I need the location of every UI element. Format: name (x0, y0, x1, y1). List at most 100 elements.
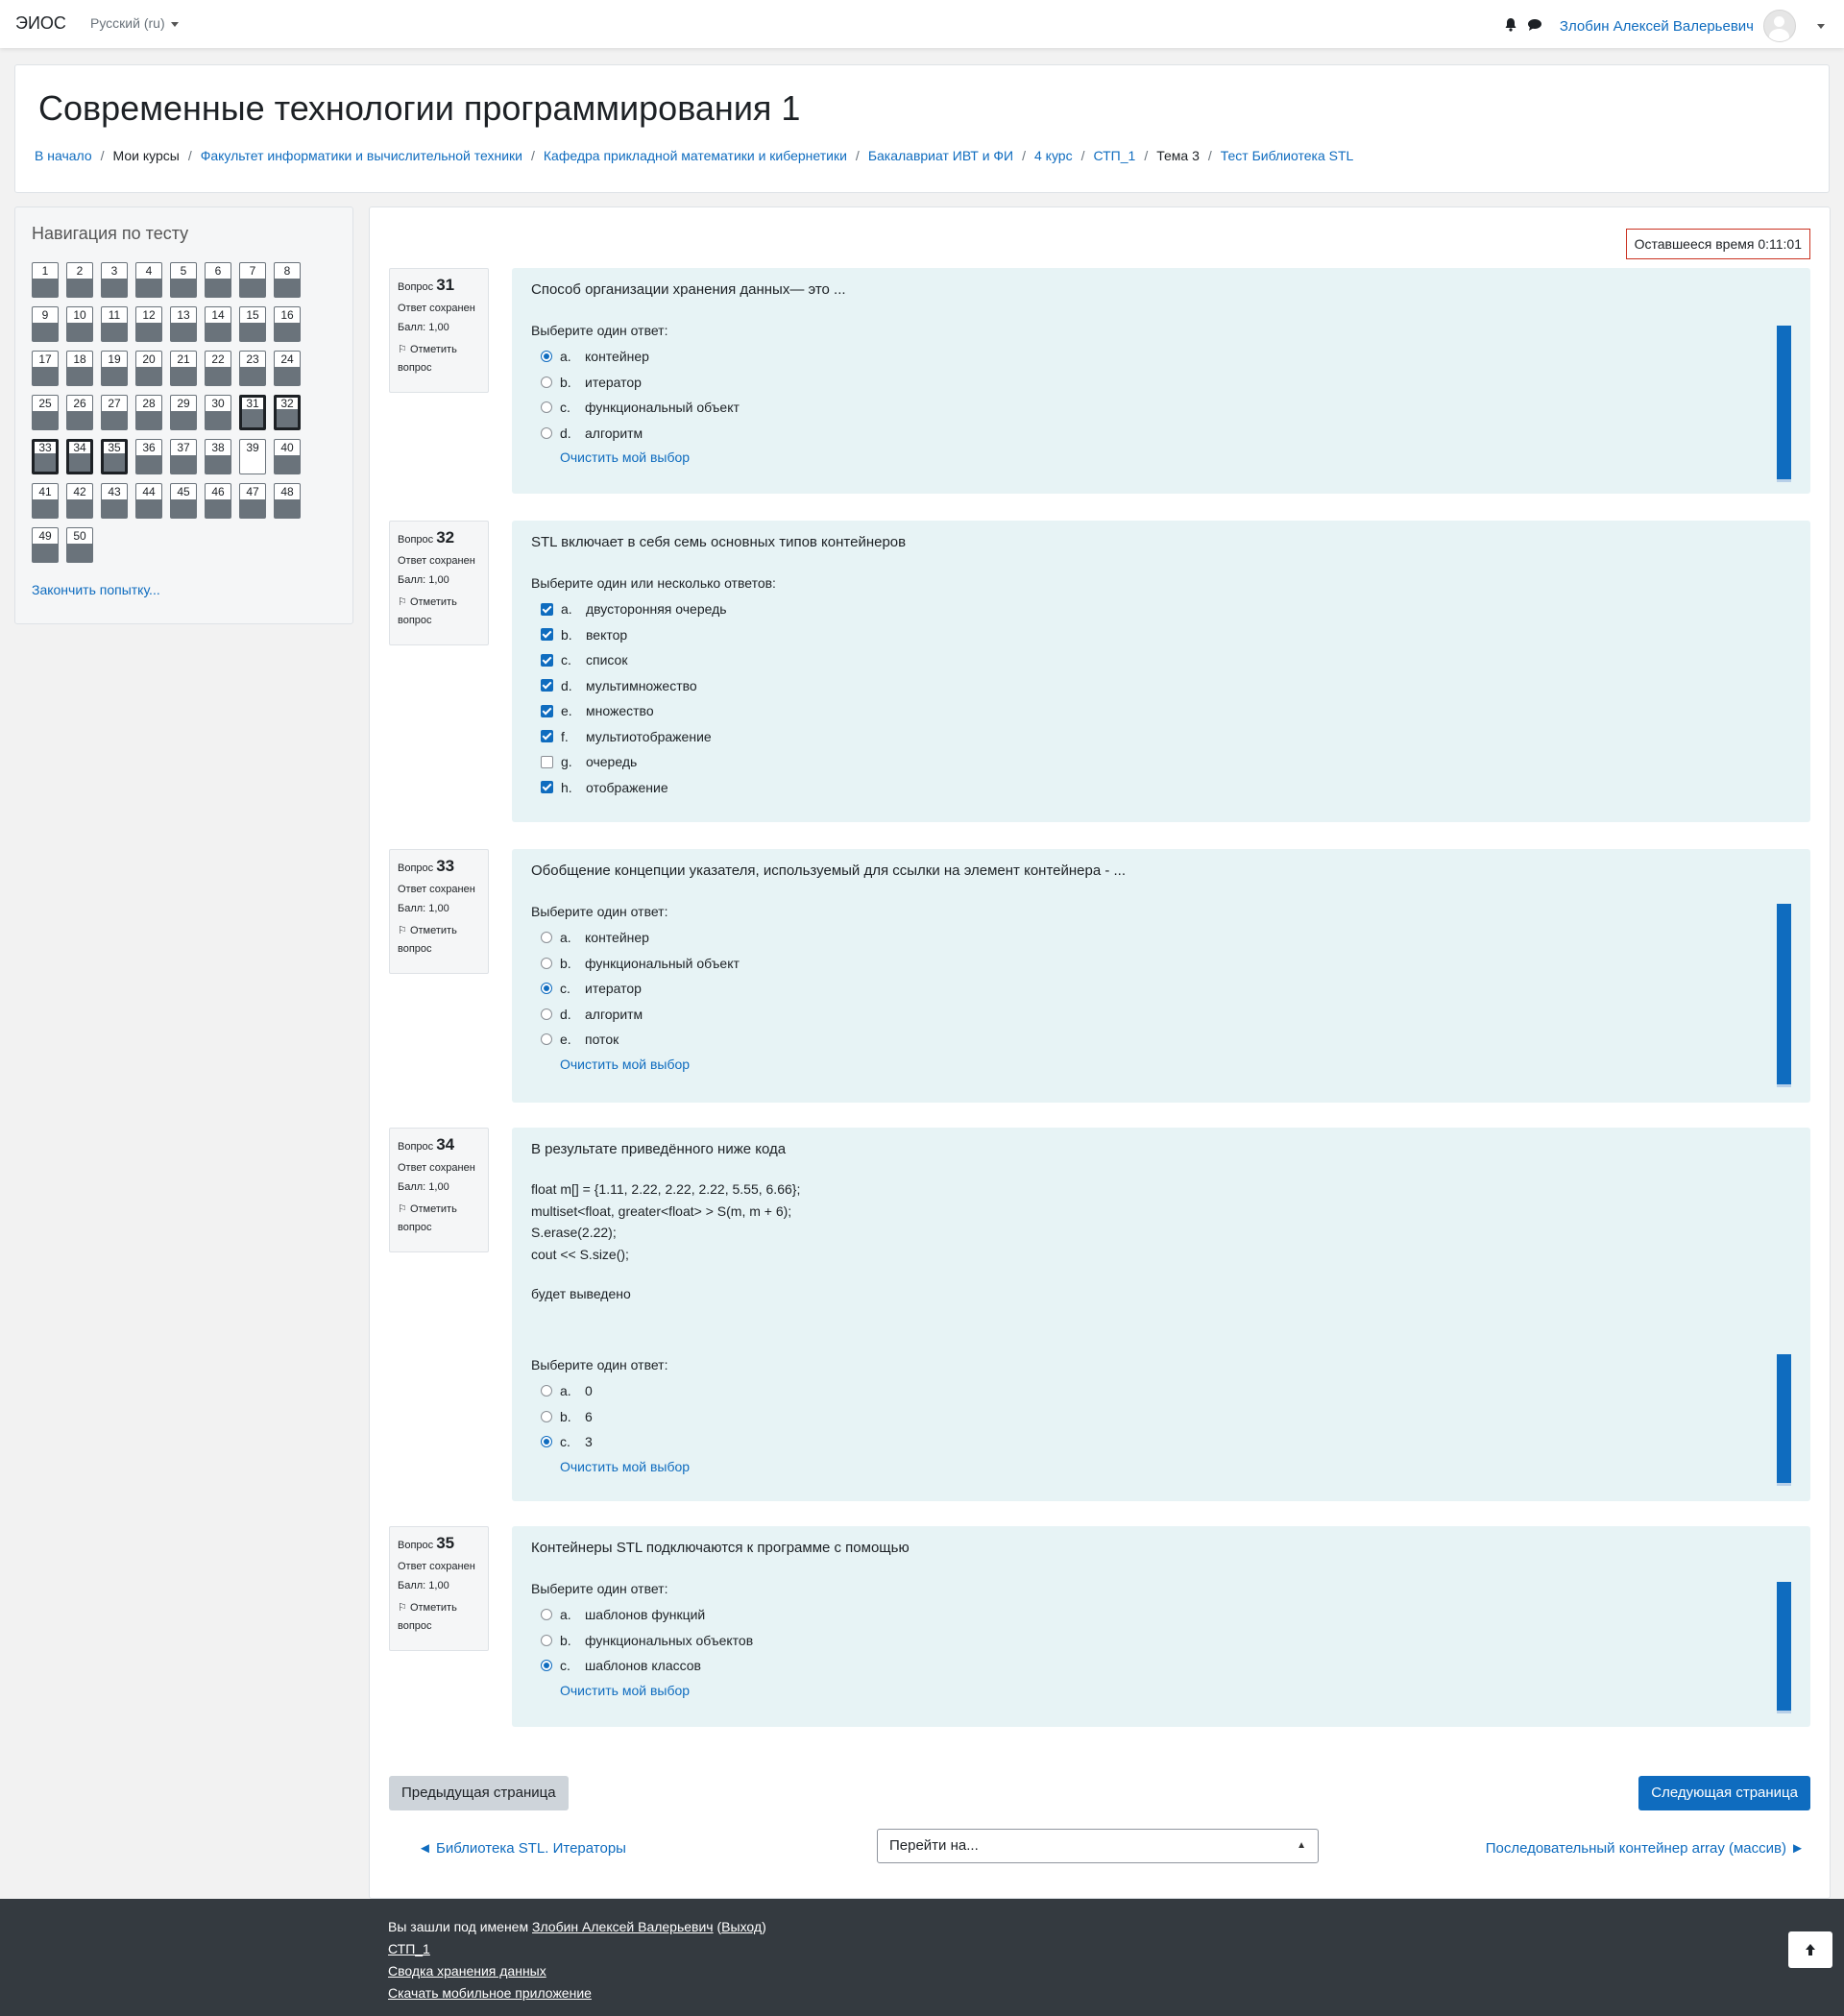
quiz-nav-button[interactable]: 37 (170, 439, 197, 474)
bell-icon[interactable] (1504, 17, 1517, 35)
mobile-app-link[interactable]: Скачать мобильное приложение (388, 1985, 592, 2001)
answer-option[interactable]: b. итератор (531, 370, 1791, 396)
breadcrumb-item[interactable]: В начало (35, 148, 92, 163)
quiz-nav-button[interactable]: 24 (274, 351, 301, 386)
flag-question-toggle[interactable]: ⚐ Отметить вопрос (398, 1599, 480, 1636)
quiz-nav-button[interactable]: 41 (32, 483, 59, 519)
quiz-nav-button[interactable]: 16 (274, 306, 301, 342)
answer-option[interactable]: f. мультиотображение (531, 724, 1791, 750)
back-to-top-button[interactable] (1788, 1931, 1832, 1968)
breadcrumb-item[interactable]: Бакалавриат ИВТ и ФИ (868, 148, 1013, 163)
quiz-nav-button[interactable]: 28 (135, 395, 162, 430)
answer-option[interactable]: a. контейнер (531, 344, 1791, 370)
quiz-nav-button[interactable]: 45 (170, 483, 197, 519)
clear-choice-link[interactable]: Очистить мой выбор (560, 1057, 690, 1072)
answer-checkbox[interactable] (541, 628, 553, 642)
answer-option[interactable]: a. двусторонняя очередь (531, 596, 1791, 622)
answer-option[interactable]: c. шаблонов классов (531, 1653, 1791, 1679)
flag-question-toggle[interactable]: ⚐ Отметить вопрос (398, 594, 480, 630)
answer-radio[interactable] (541, 376, 552, 388)
answer-radio[interactable] (541, 351, 552, 363)
answer-option[interactable]: d. алгоритм (531, 1002, 1791, 1028)
quiz-nav-button[interactable]: 35 (101, 439, 128, 474)
quiz-nav-button[interactable]: 10 (66, 306, 93, 342)
quiz-nav-button[interactable]: 17 (32, 351, 59, 386)
quiz-nav-button[interactable]: 22 (205, 351, 231, 386)
clear-choice-link[interactable]: Очистить мой выбор (560, 449, 690, 465)
quiz-nav-button[interactable]: 36 (135, 439, 162, 474)
answer-option[interactable]: a. 0 (531, 1378, 1791, 1404)
scrollbar-thumb[interactable] (1777, 326, 1791, 482)
quiz-nav-button[interactable]: 33 (32, 439, 59, 474)
quiz-nav-button[interactable]: 39 (239, 439, 266, 474)
quiz-nav-button[interactable]: 29 (170, 395, 197, 430)
answer-radio[interactable] (541, 1634, 552, 1646)
answer-checkbox[interactable] (541, 781, 553, 794)
breadcrumb-item[interactable]: Кафедра прикладной математики и кибернет… (544, 148, 847, 163)
clear-choice-link[interactable]: Очистить мой выбор (560, 1459, 690, 1474)
quiz-nav-button[interactable]: 14 (205, 306, 231, 342)
avatar[interactable] (1763, 10, 1796, 42)
quiz-nav-button[interactable]: 9 (32, 306, 59, 342)
answer-radio[interactable] (541, 401, 552, 414)
quiz-nav-button[interactable]: 25 (32, 395, 59, 430)
answer-option[interactable]: a. шаблонов функций (531, 1602, 1791, 1628)
user-name-link[interactable]: Злобин Алексей Валерьевич (1560, 18, 1754, 35)
answer-option[interactable]: d. мультимножество (531, 673, 1791, 699)
answer-radio[interactable] (541, 426, 552, 439)
quiz-nav-button[interactable]: 8 (274, 262, 301, 298)
answer-checkbox[interactable] (541, 653, 553, 667)
quiz-nav-button[interactable]: 48 (274, 483, 301, 519)
answer-radio[interactable] (541, 1385, 552, 1397)
answer-option[interactable]: b. функциональный объект (531, 951, 1791, 977)
quiz-nav-button[interactable]: 11 (101, 306, 128, 342)
quiz-nav-button[interactable]: 38 (205, 439, 231, 474)
answer-option[interactable]: h. отображение (531, 775, 1791, 801)
answer-checkbox[interactable] (541, 730, 553, 743)
answer-option[interactable]: c. список (531, 647, 1791, 673)
answer-radio[interactable] (541, 1008, 552, 1020)
quiz-nav-button[interactable]: 4 (135, 262, 162, 298)
quiz-nav-button[interactable]: 2 (66, 262, 93, 298)
answer-option[interactable]: b. 6 (531, 1404, 1791, 1430)
chevron-down-icon[interactable] (1817, 23, 1825, 29)
next-activity-link[interactable]: Последовательный контейнер array (массив… (1486, 1840, 1805, 1857)
breadcrumb-item[interactable]: СТП_1 (1093, 148, 1135, 163)
footer-course-link[interactable]: СТП_1 (388, 1941, 430, 1956)
answer-checkbox[interactable] (541, 755, 553, 768)
answer-option[interactable]: b. вектор (531, 622, 1791, 648)
logout-link[interactable]: Выход (721, 1919, 762, 1934)
answer-option[interactable]: c. функциональный объект (531, 395, 1791, 421)
data-retention-link[interactable]: Сводка хранения данных (388, 1963, 546, 1979)
footer-user-link[interactable]: Злобин Алексей Валерьевич (532, 1919, 714, 1934)
answer-option[interactable]: a. контейнер (531, 925, 1791, 951)
clear-choice-link[interactable]: Очистить мой выбор (560, 1683, 690, 1698)
breadcrumb-item[interactable]: 4 курс (1034, 148, 1073, 163)
quiz-nav-button[interactable]: 21 (170, 351, 197, 386)
quiz-nav-button[interactable]: 40 (274, 439, 301, 474)
answer-radio[interactable] (541, 1410, 552, 1422)
quiz-nav-button[interactable]: 31 (239, 395, 266, 430)
quiz-nav-button[interactable]: 5 (170, 262, 197, 298)
breadcrumb-item[interactable]: Тест Библиотека STL (1221, 148, 1354, 163)
quiz-nav-button[interactable]: 18 (66, 351, 93, 386)
quiz-nav-button[interactable]: 26 (66, 395, 93, 430)
quiz-nav-button[interactable]: 49 (32, 527, 59, 563)
answer-radio[interactable] (541, 1660, 552, 1672)
quiz-nav-button[interactable]: 50 (66, 527, 93, 563)
answer-checkbox[interactable] (541, 602, 553, 616)
site-brand[interactable]: ЭИОС (15, 13, 66, 34)
answer-checkbox[interactable] (541, 679, 553, 692)
quiz-nav-button[interactable]: 23 (239, 351, 266, 386)
finish-attempt-link[interactable]: Закончить попытку... (32, 582, 160, 597)
chat-icon[interactable] (1527, 18, 1542, 35)
quiz-nav-button[interactable]: 6 (205, 262, 231, 298)
jump-to-select[interactable]: Перейти на... ▲ (877, 1829, 1319, 1863)
quiz-nav-button[interactable]: 34 (66, 439, 93, 474)
quiz-nav-button[interactable]: 32 (274, 395, 301, 430)
answer-radio[interactable] (541, 1436, 552, 1448)
quiz-nav-button[interactable]: 13 (170, 306, 197, 342)
answer-option[interactable]: d. алгоритм (531, 421, 1791, 447)
quiz-nav-button[interactable]: 47 (239, 483, 266, 519)
quiz-nav-button[interactable]: 30 (205, 395, 231, 430)
